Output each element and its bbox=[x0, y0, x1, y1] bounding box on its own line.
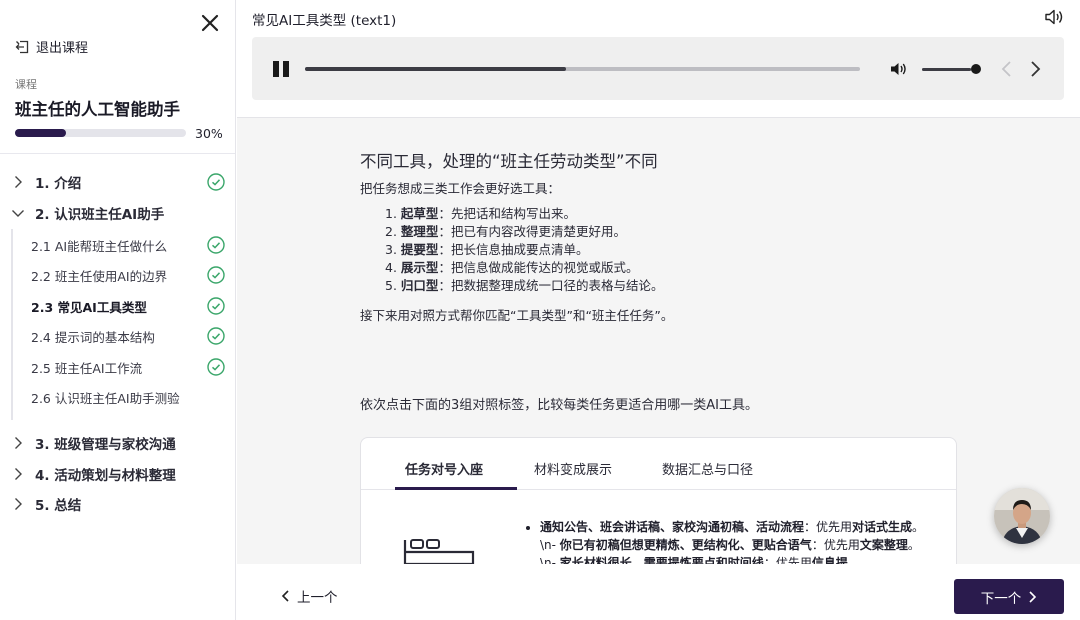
chapter-label: 5. 总结 bbox=[35, 498, 82, 514]
next-button[interactable]: 下一个 bbox=[954, 579, 1064, 614]
tab-task-matching[interactable]: 任务对号入座 bbox=[405, 459, 483, 478]
chevron-left-icon bbox=[281, 590, 289, 602]
completed-check-icon bbox=[207, 236, 225, 254]
bed-icon bbox=[403, 539, 475, 564]
lesson-item-2-2[interactable]: 2.2 班主任使用AI的边界 bbox=[0, 265, 235, 285]
chevron-right-icon bbox=[15, 437, 22, 449]
active-tab-indicator bbox=[395, 487, 517, 490]
completed-check-icon bbox=[207, 173, 225, 191]
volume-icon[interactable] bbox=[890, 61, 908, 77]
volume-slider[interactable] bbox=[922, 68, 976, 71]
next-label: 下一个 bbox=[980, 590, 1022, 607]
chevron-right-icon bbox=[15, 498, 22, 510]
chevron-left-icon bbox=[1001, 61, 1011, 77]
audio-seek-fill bbox=[305, 67, 566, 71]
exit-course-link[interactable]: 退出课程 bbox=[15, 37, 88, 56]
course-sidebar: 退出课程 课程 班主任的人工智能助手 30% 1. 介绍 2. 认识班主任AI助… bbox=[0, 0, 236, 620]
lesson-label: 2.1 AI能帮班主任做什么 bbox=[31, 238, 168, 254]
previous-button[interactable]: 上一个 bbox=[281, 586, 338, 606]
list-item: 5. 归口型：把数据整理成统一口径的表格与结论。 bbox=[385, 278, 664, 293]
course-progress-fill bbox=[15, 129, 67, 137]
chevron-right-icon bbox=[1029, 590, 1037, 603]
audio-seek-bar[interactable] bbox=[305, 67, 860, 71]
lesson-item-2-1[interactable]: 2.1 AI能帮班主任做什么 bbox=[0, 235, 235, 255]
lesson-label-active: 2.3 常见AI工具类型 bbox=[31, 299, 147, 315]
chapter-label: 3. 班级管理与家校沟通 bbox=[35, 437, 176, 453]
exit-course-label: 退出课程 bbox=[36, 41, 89, 56]
tab-material-display[interactable]: 材料变成展示 bbox=[534, 459, 612, 478]
lesson-item-2-5[interactable]: 2.5 班主任AI工作流 bbox=[0, 357, 235, 377]
chevron-right-icon[interactable] bbox=[1029, 59, 1043, 79]
lesson-label: 2.4 提示词的基本结构 bbox=[31, 329, 155, 345]
chapter-label: 4. 活动策划与材料整理 bbox=[35, 468, 176, 484]
lesson-content: 不同工具，处理的“班主任劳动类型”不同 把任务想成三类工作会更好选工具： 1. … bbox=[237, 117, 1080, 564]
close-icon[interactable] bbox=[199, 12, 221, 34]
completed-check-icon bbox=[207, 358, 225, 376]
comparison-card: 任务对号入座 材料变成展示 数据汇总与口径 通知公告、班会讲话稿、家校沟通初稿、… bbox=[360, 437, 957, 564]
chapter-item-3[interactable]: 3. 班级管理与家校沟通 bbox=[0, 433, 235, 453]
previous-label: 上一个 bbox=[297, 590, 338, 606]
exit-icon bbox=[15, 40, 29, 53]
lesson-label: 2.6 认识班主任AI助手测验 bbox=[31, 390, 180, 406]
course-title: 班主任的人工智能助手 bbox=[15, 100, 180, 119]
comparison-tabs: 任务对号入座 材料变成展示 数据汇总与口径 bbox=[361, 438, 956, 490]
lesson-item-2-3[interactable]: 2.3 常见AI工具类型 bbox=[0, 296, 235, 316]
volume-slider-fill bbox=[922, 68, 971, 71]
tool-type-list: 1. 起草型：先把话和结构写出来。 2. 整理型：把已有内容改得更清楚更好用。 … bbox=[385, 205, 663, 295]
audio-speaker-icon[interactable] bbox=[1044, 8, 1064, 26]
lesson-title: 常见AI工具类型 (text1) bbox=[252, 13, 397, 29]
chapter-item-2[interactable]: 2. 认识班主任AI助手 bbox=[0, 203, 235, 223]
pause-icon bbox=[273, 61, 279, 77]
assistant-avatar[interactable] bbox=[994, 488, 1050, 544]
completed-check-icon bbox=[207, 266, 225, 284]
instruction-text: 依次点击下面的3组对照标签，比较每类任务更适合用哪一类AI工具。 bbox=[360, 398, 758, 413]
after-list-text: 接下来用对照方式帮你匹配“工具类型”和“班主任任务”。 bbox=[360, 308, 674, 323]
chevron-right-icon bbox=[15, 468, 22, 480]
chapter-item-1[interactable]: 1. 介绍 bbox=[0, 172, 235, 192]
chapter-label: 1. 介绍 bbox=[35, 176, 82, 192]
lesson-item-2-4[interactable]: 2.4 提示词的基本结构 bbox=[0, 326, 235, 346]
chevron-down-icon bbox=[12, 210, 24, 217]
course-progress-bar bbox=[15, 129, 186, 137]
assistant-portrait bbox=[994, 488, 1050, 544]
chapter-item-4[interactable]: 4. 活动策划与材料整理 bbox=[0, 464, 235, 484]
list-item: 1. 起草型：先把话和结构写出来。 bbox=[385, 206, 576, 221]
lesson-footer: 上一个 下一个 bbox=[237, 564, 1080, 620]
lesson-label: 2.2 班主任使用AI的边界 bbox=[31, 268, 168, 284]
tab-data-summary[interactable]: 数据汇总与口径 bbox=[662, 459, 753, 478]
completed-check-icon bbox=[207, 297, 225, 315]
completed-check-icon bbox=[207, 327, 225, 345]
list-item: 4. 展示型：把信息做成能传达的视觉或版式。 bbox=[385, 260, 639, 275]
course-progress-percent: 30% bbox=[195, 126, 223, 141]
list-item: 通知公告、班会讲话稿、家校沟通初稿、活动流程：优先用对话式生成。\n- 你已有初… bbox=[540, 518, 926, 564]
list-item: 3. 提要型：把长信息抽成要点清单。 bbox=[385, 242, 589, 257]
chapter-item-5[interactable]: 5. 总结 bbox=[0, 494, 235, 514]
course-label: 课程 bbox=[15, 78, 37, 91]
chapter-label: 2. 认识班主任AI助手 bbox=[35, 207, 165, 223]
comparison-rich-text: 通知公告、班会讲话稿、家校沟通初稿、活动流程：优先用对话式生成。\n- 你已有初… bbox=[540, 520, 925, 564]
comparison-text: 通知公告、班会讲话稿、家校沟通初稿、活动流程：优先用对话式生成。\n- 你已有初… bbox=[526, 518, 926, 564]
volume-slider-handle[interactable] bbox=[971, 64, 981, 74]
list-item: 2. 整理型：把已有内容改得更清楚更好用。 bbox=[385, 224, 626, 239]
pause-button[interactable] bbox=[273, 61, 289, 77]
chevron-right-icon bbox=[15, 176, 22, 188]
intro-text: 把任务想成三类工作会更好选工具： bbox=[360, 181, 561, 196]
sidebar-divider bbox=[0, 153, 235, 154]
audio-player bbox=[252, 37, 1064, 100]
lesson-item-2-6[interactable]: 2.6 认识班主任AI助手测验 bbox=[0, 387, 235, 407]
section-heading: 不同工具，处理的“班主任劳动类型”不同 bbox=[360, 152, 658, 171]
lesson-label: 2.5 班主任AI工作流 bbox=[31, 360, 143, 376]
